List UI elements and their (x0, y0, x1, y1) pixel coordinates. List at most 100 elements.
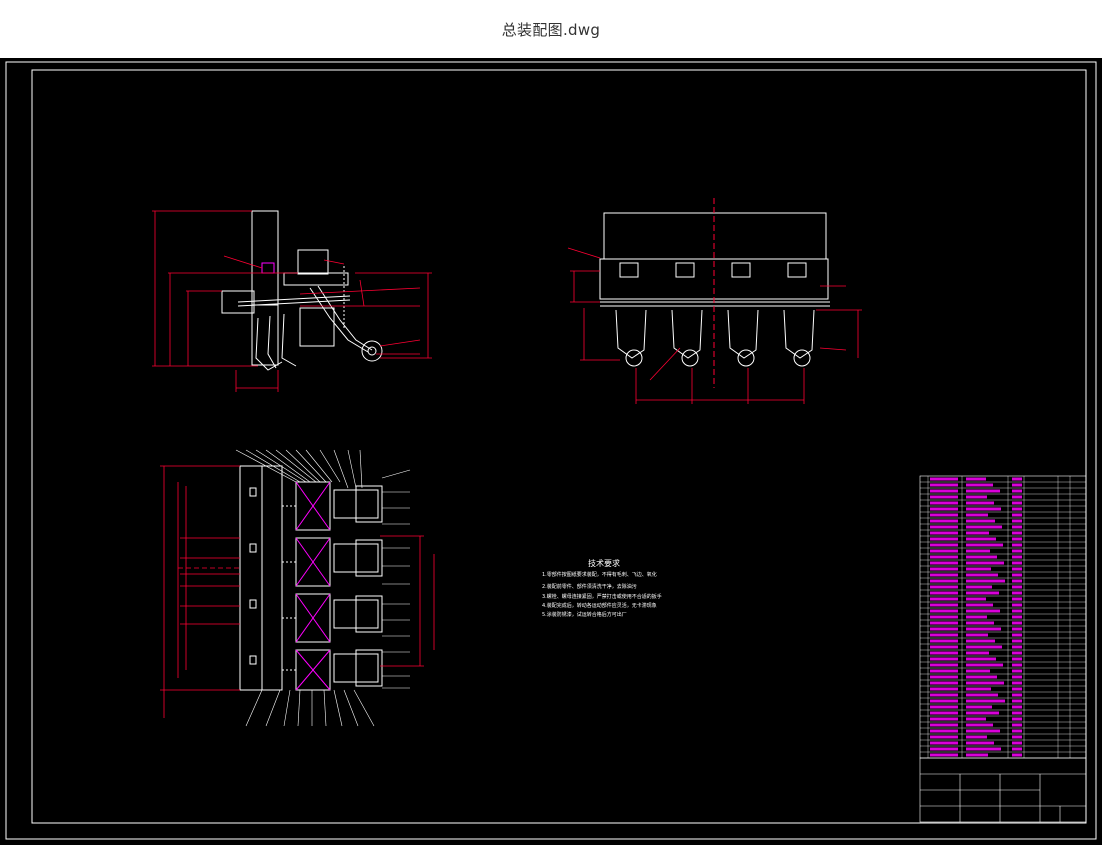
parts-table-qty-cell (1012, 681, 1022, 685)
parts-table-code-cell (930, 681, 958, 685)
parts-table-code-cell (930, 477, 958, 481)
parts-table-name-cell (966, 549, 990, 553)
parts-table-code-cell (930, 531, 958, 535)
parts-table-name-cell (966, 693, 998, 697)
parts-table-name-cell (966, 513, 988, 517)
parts-table-name-cell (966, 495, 987, 499)
tech-requirement-line: 3.螺栓、螺母连接紧固，严禁打击或使用不合适的扳手 (542, 593, 662, 600)
parts-table-name-cell (966, 585, 992, 589)
parts-table-qty-cell (1012, 699, 1022, 703)
parts-table-code-cell (930, 519, 958, 523)
parts-table-code-cell (930, 591, 958, 595)
parts-table-qty-cell (1012, 741, 1022, 745)
parts-table-code-cell (930, 639, 958, 643)
parts-table-qty-cell (1012, 483, 1022, 487)
parts-table-name-cell (966, 609, 1000, 613)
parts-table-name-cell (966, 573, 998, 577)
parts-table-code-cell (930, 705, 958, 709)
parts-table-qty-cell (1012, 729, 1022, 733)
parts-table-qty-cell (1012, 675, 1022, 679)
parts-table-qty-cell (1012, 753, 1022, 757)
parts-table-name-cell (966, 705, 992, 709)
top-view-dimensions (160, 465, 435, 718)
parts-table-qty-cell (1012, 495, 1022, 499)
parts-table-code-cell (930, 501, 958, 505)
parts-table-name-cell (966, 639, 995, 643)
parts-table-code-cell (930, 537, 958, 541)
parts-table-name-cell (966, 663, 1003, 667)
parts-table-name-cell (966, 669, 990, 673)
parts-table-name-cell (966, 531, 989, 535)
parts-table-qty-cell (1012, 525, 1022, 529)
parts-table-qty-cell (1012, 489, 1022, 493)
title-block (919, 757, 1087, 823)
parts-table-qty-cell (1012, 573, 1022, 577)
front-view (221, 210, 383, 371)
parts-table-qty-cell (1012, 687, 1022, 691)
parts-table-code-cell (930, 555, 958, 559)
parts-table-code-cell (930, 513, 958, 517)
parts-table-code-cell (930, 579, 958, 583)
parts-table-qty-cell (1012, 519, 1022, 523)
parts-table-code-cell (930, 609, 958, 613)
parts-table-qty-cell (1012, 747, 1022, 751)
parts-table-name-cell (966, 651, 989, 655)
tech-requirement-line: 2.装配前零件、部件须清洗干净，去除油污 (542, 583, 637, 590)
parts-table-qty-cell (1012, 663, 1022, 667)
parts-table-code-cell (930, 507, 958, 511)
parts-table-name-cell (966, 681, 1004, 685)
parts-table-qty-cell (1012, 513, 1022, 517)
parts-table-name-cell (966, 525, 1002, 529)
parts-table-code-cell (930, 627, 958, 631)
parts-table-code-cell (930, 645, 958, 649)
parts-table-name-cell (966, 735, 987, 739)
parts-table-name-cell (966, 675, 997, 679)
parts-table-name-cell (966, 567, 991, 571)
title-bar: 总装配图.dwg (0, 0, 1102, 58)
parts-list-table (919, 475, 1087, 759)
parts-table-name-cell (966, 477, 986, 481)
parts-table-qty-cell (1012, 567, 1022, 571)
window-title: 总装配图.dwg (501, 20, 601, 39)
tech-requirement-line: 1.零部件按图纸要求装配，不得有毛刺、飞边、氧化 (542, 571, 657, 578)
parts-table-code-cell (930, 717, 958, 721)
parts-table-name-cell (966, 603, 993, 607)
tech-requirements-title: 技术要求 (588, 558, 620, 568)
parts-table-qty-cell (1012, 603, 1022, 607)
top-view (239, 465, 383, 691)
parts-table-name-cell (966, 579, 1005, 583)
parts-table-name-cell (966, 519, 995, 523)
parts-table-qty-cell (1012, 549, 1022, 553)
parts-table-qty-cell (1012, 585, 1022, 589)
parts-table-code-cell (930, 693, 958, 697)
tech-requirement-line: 5.涂装防锈漆，试运转合格后方可出厂 (542, 611, 627, 618)
parts-table-code-cell (930, 585, 958, 589)
parts-table-name-cell (966, 537, 996, 541)
parts-table-name-cell (966, 597, 986, 601)
parts-table-qty-cell (1012, 627, 1022, 631)
parts-table-qty-cell (1012, 651, 1022, 655)
drawing-canvas[interactable]: 技术要求 1.零部件按图纸要求装配，不得有毛刺、飞边、氧化 2.装配前零件、部件… (0, 58, 1102, 845)
parts-table-qty-cell (1012, 597, 1022, 601)
parts-table-name-cell (966, 687, 991, 691)
parts-table-code-cell (930, 597, 958, 601)
parts-table-qty-cell (1012, 723, 1022, 727)
parts-table-qty-cell (1012, 555, 1022, 559)
parts-table-name-cell (966, 507, 1001, 511)
parts-table-qty-cell (1012, 615, 1022, 619)
tech-requirements: 技术要求 1.零部件按图纸要求装配，不得有毛刺、飞边、氧化 2.装配前零件、部件… (542, 558, 662, 618)
parts-table-qty-cell (1012, 609, 1022, 613)
parts-table-qty-cell (1012, 717, 1022, 721)
parts-table-qty-cell (1012, 477, 1022, 481)
parts-table-name-cell (966, 615, 987, 619)
parts-table-qty-cell (1012, 501, 1022, 505)
parts-table-code-cell (930, 525, 958, 529)
parts-table-code-cell (930, 663, 958, 667)
cad-viewport[interactable]: 技术要求 1.零部件按图纸要求装配，不得有毛刺、飞边、氧化 2.装配前零件、部件… (0, 58, 1102, 845)
parts-table-qty-cell (1012, 591, 1022, 595)
parts-table-name-cell (966, 729, 1000, 733)
parts-table-name-cell (966, 543, 1003, 547)
parts-table-code-cell (930, 651, 958, 655)
parts-table-qty-cell (1012, 735, 1022, 739)
parts-table-code-cell (930, 711, 958, 715)
